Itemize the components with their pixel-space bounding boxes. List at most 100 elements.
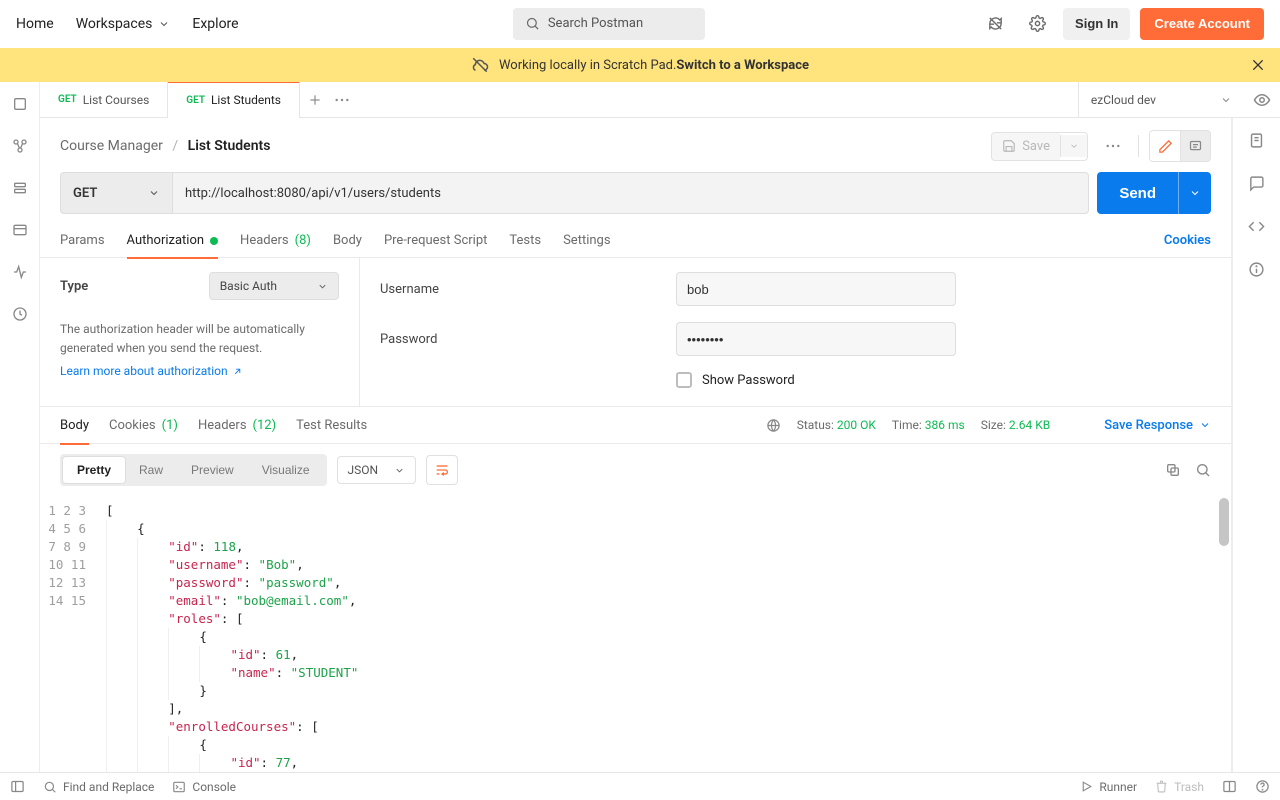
collections-icon[interactable] <box>12 96 28 112</box>
documentation-icon[interactable] <box>1248 132 1265 149</box>
auth-type-value: Basic Auth <box>220 279 277 293</box>
tab-label: List Students <box>211 93 281 107</box>
tab-headers[interactable]: Headers (8) <box>240 224 311 258</box>
search-placeholder: Search Postman <box>548 16 643 31</box>
trash-button[interactable]: Trash <box>1155 780 1204 794</box>
mock-servers-icon[interactable] <box>12 222 28 238</box>
resp-cookies-label: Cookies <box>109 418 156 433</box>
environment-selector[interactable]: ezCloud dev <box>1078 82 1244 118</box>
tabs-more-icon[interactable] <box>334 97 350 103</box>
banner-link[interactable]: Switch to a Workspace <box>676 58 809 73</box>
nav-workspaces[interactable]: Workspaces <box>76 16 171 32</box>
comments-icon[interactable] <box>1180 131 1210 161</box>
url-input[interactable]: http://localhost:8080/api/v1/users/stude… <box>172 172 1089 214</box>
tab-headers-label: Headers <box>240 233 289 248</box>
environments-icon[interactable] <box>12 180 28 196</box>
view-visualize[interactable]: Visualize <box>248 457 324 483</box>
find-replace-button[interactable]: Find and Replace <box>43 780 154 794</box>
resp-tab-test-results[interactable]: Test Results <box>296 406 367 444</box>
chevron-down-icon <box>1199 419 1211 431</box>
wrap-lines-button[interactable] <box>426 455 458 485</box>
tab-authorization[interactable]: Authorization <box>127 224 219 258</box>
username-input[interactable] <box>676 272 956 306</box>
tab-body[interactable]: Body <box>333 224 362 258</box>
tab-settings[interactable]: Settings <box>563 224 610 258</box>
view-pretty[interactable]: Pretty <box>63 457 125 483</box>
show-password-checkbox[interactable] <box>676 372 692 388</box>
env-quicklook-icon[interactable] <box>1244 91 1280 109</box>
view-preview[interactable]: Preview <box>177 457 248 483</box>
runner-button[interactable]: Runner <box>1080 780 1137 794</box>
history-icon[interactable] <box>12 306 28 322</box>
new-tab-icon[interactable] <box>308 93 322 107</box>
nav-workspaces-label: Workspaces <box>76 16 153 32</box>
sign-in-button[interactable]: Sign In <box>1063 8 1130 40</box>
save-dropdown[interactable] <box>1060 135 1087 157</box>
auth-type-label: Type <box>60 279 88 294</box>
right-rail <box>1232 118 1280 772</box>
method-selector[interactable]: GET <box>60 172 172 214</box>
resp-headers-label: Headers <box>198 418 247 433</box>
sync-icon[interactable] <box>979 8 1011 40</box>
tab-prerequest[interactable]: Pre-request Script <box>384 224 487 258</box>
tab-params[interactable]: Params <box>60 224 105 258</box>
method-label: GET <box>73 186 97 201</box>
body-format-selector[interactable]: JSON <box>337 456 417 484</box>
breadcrumb-collection[interactable]: Course Manager <box>60 138 163 154</box>
runner-label: Runner <box>1099 780 1137 794</box>
search-input[interactable]: Search Postman <box>513 8 705 40</box>
show-password-label: Show Password <box>702 373 795 388</box>
console-button[interactable]: Console <box>172 780 236 794</box>
two-pane-icon[interactable] <box>1222 779 1237 794</box>
code-panel-icon[interactable] <box>1248 218 1265 235</box>
password-label: Password <box>380 332 660 347</box>
response-scrollbar[interactable] <box>1219 498 1229 546</box>
search-response-icon[interactable] <box>1195 462 1211 478</box>
chevron-down-icon <box>148 187 160 199</box>
settings-icon[interactable] <box>1021 8 1053 40</box>
learn-more-label: Learn more about authorization <box>60 364 228 378</box>
close-icon[interactable] <box>1250 57 1266 73</box>
comments-panel-icon[interactable] <box>1248 175 1265 192</box>
left-rail <box>0 82 40 772</box>
resp-tab-headers[interactable]: Headers (12) <box>198 406 276 444</box>
request-more-icon[interactable] <box>1098 131 1128 161</box>
resp-tab-cookies[interactable]: Cookies (1) <box>109 406 178 444</box>
external-link-icon <box>232 366 243 377</box>
tab-label: List Courses <box>83 93 150 107</box>
help-icon[interactable] <box>1255 779 1270 794</box>
send-button[interactable]: Send <box>1097 172 1178 214</box>
copy-icon[interactable] <box>1165 462 1181 478</box>
nav-explore[interactable]: Explore <box>192 16 238 32</box>
learn-more-link[interactable]: Learn more about authorization <box>60 364 243 378</box>
auth-type-selector[interactable]: Basic Auth <box>209 272 339 300</box>
response-body[interactable]: 1 2 3 4 5 6 7 8 9 10 11 12 13 14 15 [ { … <box>40 496 1231 772</box>
sidebar-toggle-icon[interactable] <box>10 779 25 794</box>
resp-tab-body[interactable]: Body <box>60 406 89 444</box>
info-icon[interactable] <box>1248 261 1265 278</box>
tab-auth-label: Authorization <box>127 233 205 248</box>
time-value: 386 ms <box>925 418 965 432</box>
monitors-icon[interactable] <box>12 264 28 280</box>
send-dropdown[interactable] <box>1178 172 1211 214</box>
save-response-button[interactable]: Save Response <box>1104 418 1211 433</box>
cookies-link[interactable]: Cookies <box>1164 233 1211 248</box>
url-value: http://localhost:8080/api/v1/users/stude… <box>185 186 441 201</box>
save-button[interactable]: Save <box>991 132 1088 161</box>
tab-list-courses[interactable]: GET List Courses <box>40 82 168 118</box>
password-input[interactable] <box>676 322 956 356</box>
chevron-down-icon <box>1220 94 1232 106</box>
body-format-value: JSON <box>348 463 379 477</box>
tab-tests[interactable]: Tests <box>509 224 541 258</box>
tab-method: GET <box>186 95 205 106</box>
save-response-label: Save Response <box>1104 418 1193 433</box>
scratchpad-banner: Working locally in Scratch Pad. Switch t… <box>0 48 1280 82</box>
create-account-button[interactable]: Create Account <box>1140 8 1264 40</box>
apis-icon[interactable] <box>12 138 28 154</box>
edit-icon[interactable] <box>1150 131 1180 161</box>
nav-home[interactable]: Home <box>16 16 54 32</box>
view-raw[interactable]: Raw <box>125 457 177 483</box>
tab-list-students[interactable]: GET List Students <box>168 81 300 118</box>
auth-status-dot <box>210 237 218 245</box>
network-icon[interactable] <box>766 418 781 433</box>
